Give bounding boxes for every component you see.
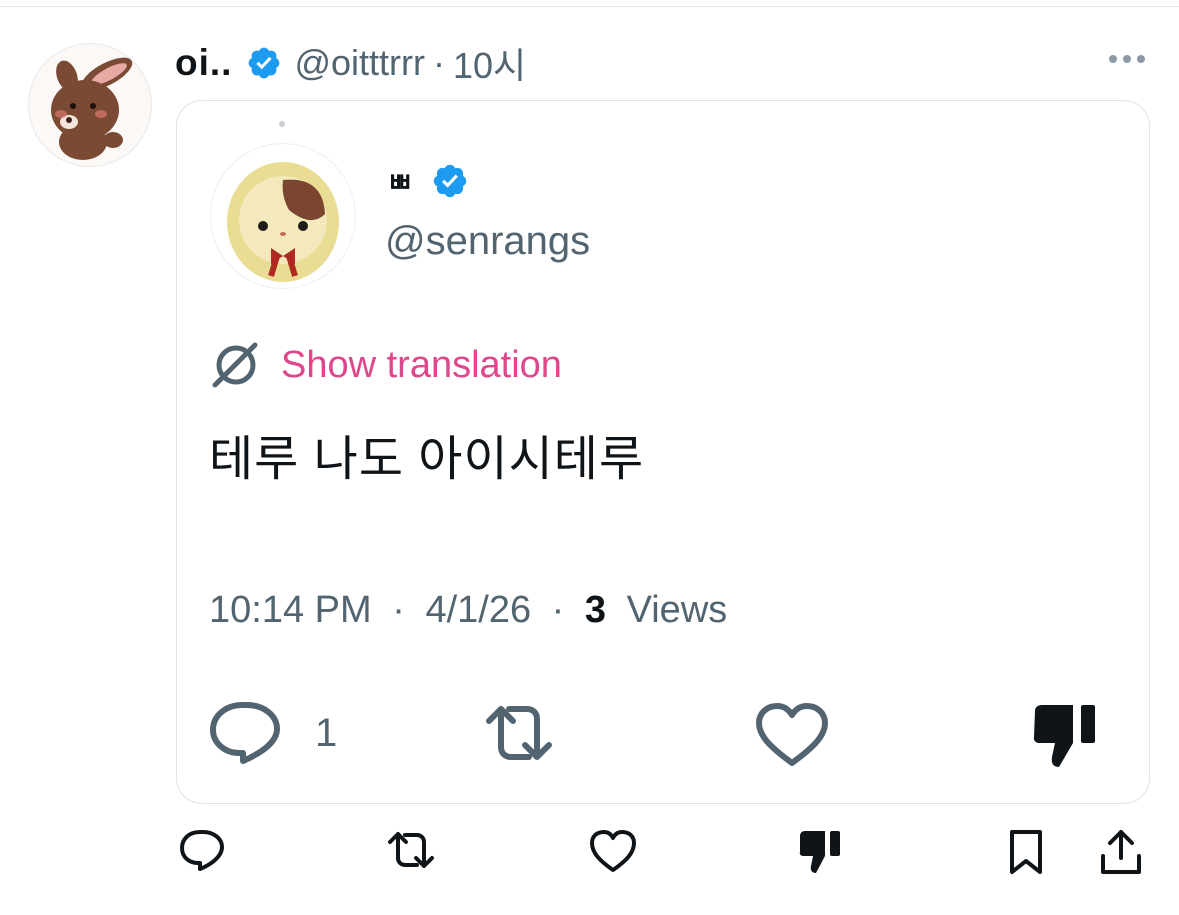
reply-count: 1 — [315, 710, 338, 755]
post-timestamp-date[interactable]: 4/1/26 — [425, 589, 531, 631]
quoted-repost-button[interactable] — [477, 701, 561, 765]
like-icon — [756, 703, 828, 766]
dislike-icon — [799, 831, 840, 873]
meta-separator: · — [392, 589, 405, 631]
share-button[interactable] — [1098, 828, 1144, 876]
repost-icon — [486, 706, 552, 760]
quoted-like-button[interactable] — [753, 701, 831, 769]
post-time[interactable]: 10시 — [453, 37, 526, 89]
dislike-icon — [1033, 705, 1095, 767]
repost-button[interactable] — [384, 828, 438, 872]
globe-icon — [212, 342, 258, 388]
reply-icon — [210, 702, 280, 764]
plush-avatar-image — [227, 162, 339, 282]
bunny-avatar-image — [51, 57, 133, 160]
verified-badge-icon — [246, 45, 282, 81]
bookmark-icon — [1010, 830, 1042, 874]
views-label: Views — [626, 589, 728, 631]
repost-icon — [388, 832, 434, 868]
post-header: oi.. @oitttrrr · 10시 — [175, 38, 526, 88]
quoted-dislike-button[interactable] — [1029, 701, 1101, 771]
quoted-handle[interactable]: @senrangs — [385, 219, 590, 264]
quoted-post-card[interactable]: ㅃ @senrangs Show translation 테루 나도 아이시테루… — [176, 100, 1150, 804]
quoted-author-avatar[interactable] — [210, 143, 356, 289]
header-separator: · — [433, 42, 445, 83]
quoted-name-row: ㅃ — [387, 161, 469, 201]
top-divider — [0, 6, 1179, 7]
meta-separator: · — [551, 589, 565, 631]
tiny-dot — [279, 121, 285, 127]
author-avatar[interactable] — [28, 43, 152, 167]
reply-button[interactable] — [178, 828, 226, 874]
bookmark-button[interactable] — [1006, 828, 1046, 876]
show-translation-label: Show translation — [281, 343, 562, 386]
like-icon — [590, 830, 636, 872]
quoted-reply-button[interactable]: 1 — [207, 699, 337, 767]
share-icon — [1101, 830, 1141, 874]
dislike-button[interactable] — [796, 828, 844, 876]
views-count: 3 — [584, 589, 607, 631]
verified-badge-icon — [431, 162, 469, 200]
like-button[interactable] — [588, 828, 638, 874]
more-icon[interactable] — [1109, 55, 1145, 63]
author-display-name[interactable]: oi.. — [175, 42, 232, 84]
quoted-display-name[interactable]: ㅃ — [387, 161, 413, 201]
show-translation-link[interactable]: Show translation — [209, 339, 562, 391]
quoted-post-meta: 10:14 PM · 4/1/26 · 3 Views — [209, 589, 727, 632]
reply-icon — [180, 830, 224, 871]
author-handle[interactable]: @oitttrrr — [294, 42, 425, 84]
quoted-post-text: 테루 나도 아이시테루 — [209, 433, 645, 486]
post-timestamp-time[interactable]: 10:14 PM — [209, 589, 372, 631]
